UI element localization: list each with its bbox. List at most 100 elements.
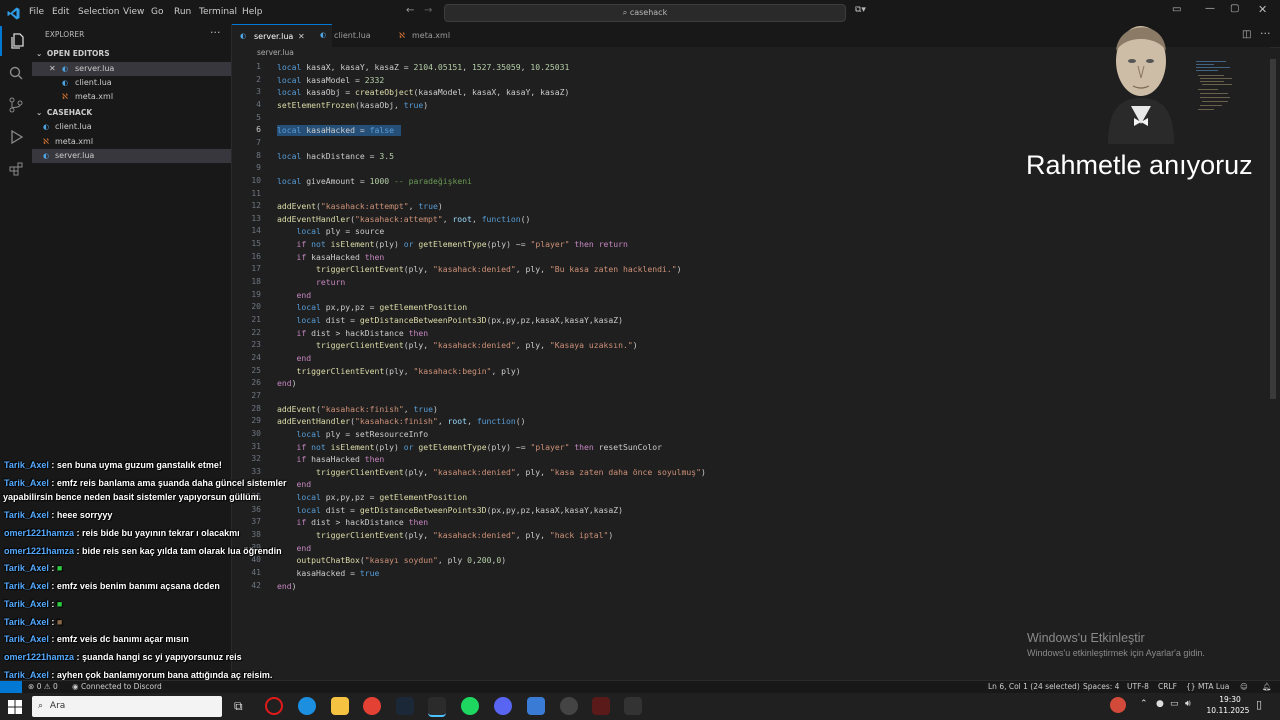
line-number: 23 [251,340,261,350]
source-control-icon[interactable] [0,90,32,120]
volume-icon[interactable]: 🔊︎ [1185,699,1191,709]
app-icon-3[interactable] [592,697,610,715]
chat-username: Tarik_Axel [4,634,49,644]
open-editor-server-lua[interactable]: ✕ ◐ server.lua [32,62,231,76]
line-number: 11 [251,188,261,198]
chrome-icon[interactable] [363,697,381,715]
file-explorer-icon[interactable] [331,697,349,715]
line-number: 32 [251,454,261,464]
chat-message: yapabilirsin bence neden basit sistemler… [3,492,261,502]
tab-meta-xml[interactable]: ℵ meta.xml [390,24,492,47]
minimize-icon[interactable]: — [1205,3,1215,14]
close-editor-icon[interactable]: ✕ [49,62,56,76]
more-actions-icon[interactable]: ··· [210,26,221,39]
breadcrumb[interactable]: server.lua [257,48,294,57]
file-meta-xml[interactable]: ℵ meta.xml [32,135,231,149]
feedback-icon[interactable]: ☺ [1240,682,1248,691]
clock-date[interactable]: 10.11.2025 [1204,706,1252,715]
app-icon-1[interactable] [527,697,545,715]
extensions-icon[interactable] [0,154,32,184]
menu-view[interactable]: View [123,0,144,24]
code-line: local giveAmount = 1000 -- paradeğişkeni [277,175,472,186]
close-icon[interactable]: ✕ [1258,3,1267,16]
search-sidebar-icon[interactable] [0,58,32,88]
code-line: triggerClientEvent(ply, "kasahack:denied… [315,264,682,275]
explorer-title: EXPLORER [45,30,85,39]
activation-watermark-title: Windows'u Etkinleştir [1027,631,1145,645]
editor-more-icon[interactable]: ··· [1260,27,1271,40]
menu-selection[interactable]: Selection [78,0,119,24]
line-number: 22 [251,327,261,337]
explorer-icon[interactable] [0,26,34,56]
folder-header[interactable]: ⌄ CASEHACK [32,106,231,120]
chat-username: Tarik_Axel [4,563,49,573]
maximize-icon[interactable]: ▢ [1230,3,1239,14]
opera-icon[interactable] [265,697,283,715]
code-line: kasaHacked = true [277,568,380,578]
steam-icon[interactable] [396,697,414,715]
windows-start-icon[interactable] [8,699,22,714]
menu-terminal[interactable]: Terminal [199,0,237,24]
search-text: casehack [629,8,668,17]
forward-arrow-icon[interactable]: → [424,5,432,16]
chat-text: : sen buna uyma guzum ganstalık etme! [48,460,222,470]
edge-icon[interactable] [298,697,316,715]
language-mode[interactable]: {} MTA Lua [1186,682,1229,691]
task-view-icon[interactable]: ⧉ [234,699,243,714]
end-of-line[interactable]: CRLF [1158,682,1177,691]
menu-run[interactable]: Run [174,0,191,24]
encoding[interactable]: UTF-8 [1127,682,1149,691]
scrollbar[interactable] [1270,59,1276,399]
file-server-lua[interactable]: ◐ server.lua [32,149,231,163]
discord-status[interactable]: ◉ Connected to Discord [72,682,162,691]
app-icon-2[interactable] [560,697,578,715]
notification-center-icon[interactable]: ▯ [1256,698,1262,711]
discord-app-icon[interactable] [494,697,512,715]
line-number: 5 [256,112,261,122]
close-tab-icon[interactable]: ✕ [298,25,305,48]
network-icon[interactable]: ▭ [1170,699,1179,709]
line-number: 31 [251,441,261,451]
menu-go[interactable]: Go [151,0,163,24]
clock-time[interactable]: 19:30 [1212,695,1248,704]
notifications-icon[interactable]: 🔔︎ [1262,682,1272,691]
open-editor-client-lua[interactable]: ◐ client.lua [32,76,231,90]
tray-chevron-icon[interactable]: ⌃ [1140,699,1148,709]
spotify-icon[interactable] [461,697,479,715]
file-client-lua[interactable]: ◐ client.lua [32,120,231,134]
taskbar-search[interactable]: ⌕ Ara [32,696,222,717]
code-line: addEventHandler("kasahack:attempt", root… [277,213,531,224]
line-number: 1 [256,62,261,71]
line-number: 15 [251,239,261,249]
minimap[interactable] [1192,59,1240,119]
code-line: end [296,352,312,363]
problems-indicator[interactable]: ⊗ 0 ⚠ 0 [28,682,58,691]
open-editor-meta-xml[interactable]: ℵ meta.xml [32,90,231,104]
app-icon-4[interactable] [624,697,642,715]
emote-icon: ■ [56,563,63,573]
back-arrow-icon[interactable]: ← [406,5,414,16]
discord-icon: ◉ [72,682,79,691]
split-editor-icon[interactable]: ◫ [1242,29,1251,40]
line-number: 3 [256,87,261,97]
copilot-icon[interactable]: ⧉▾ [855,5,866,15]
chat-text: : reis bide bu yayının tekrar ı olacakmı [74,528,240,538]
menu-file[interactable]: File [29,0,44,24]
code-line: setElementFrozen(kasaObj, true) [277,99,429,110]
microphone-icon[interactable]: ● [1156,699,1164,709]
code-line: addEvent("kasahack:attempt", true) [277,201,443,212]
chat-text: : emfz veis benim banımı açsana dcden [48,581,220,591]
code-line: end) [277,580,297,591]
open-editors-header[interactable]: ⌄ OPEN EDITORS [32,47,231,61]
vscode-taskbar-icon[interactable] [428,697,446,717]
code-line: local dist = getDistanceBetweenPoints3D(… [296,315,624,325]
indentation[interactable]: Spaces: 4 [1083,682,1119,691]
cursor-position[interactable]: Ln 6, Col 1 (24 selected) [988,682,1080,691]
menu-help[interactable]: Help [242,0,263,24]
menu-edit[interactable]: Edit [52,0,69,24]
command-center-search[interactable]: ⌕ casehack [444,4,846,22]
chat-username: Tarik_Axel [4,617,49,627]
line-number: 8 [256,150,261,160]
run-debug-icon[interactable] [0,122,32,152]
weather-icon[interactable] [1110,697,1126,713]
